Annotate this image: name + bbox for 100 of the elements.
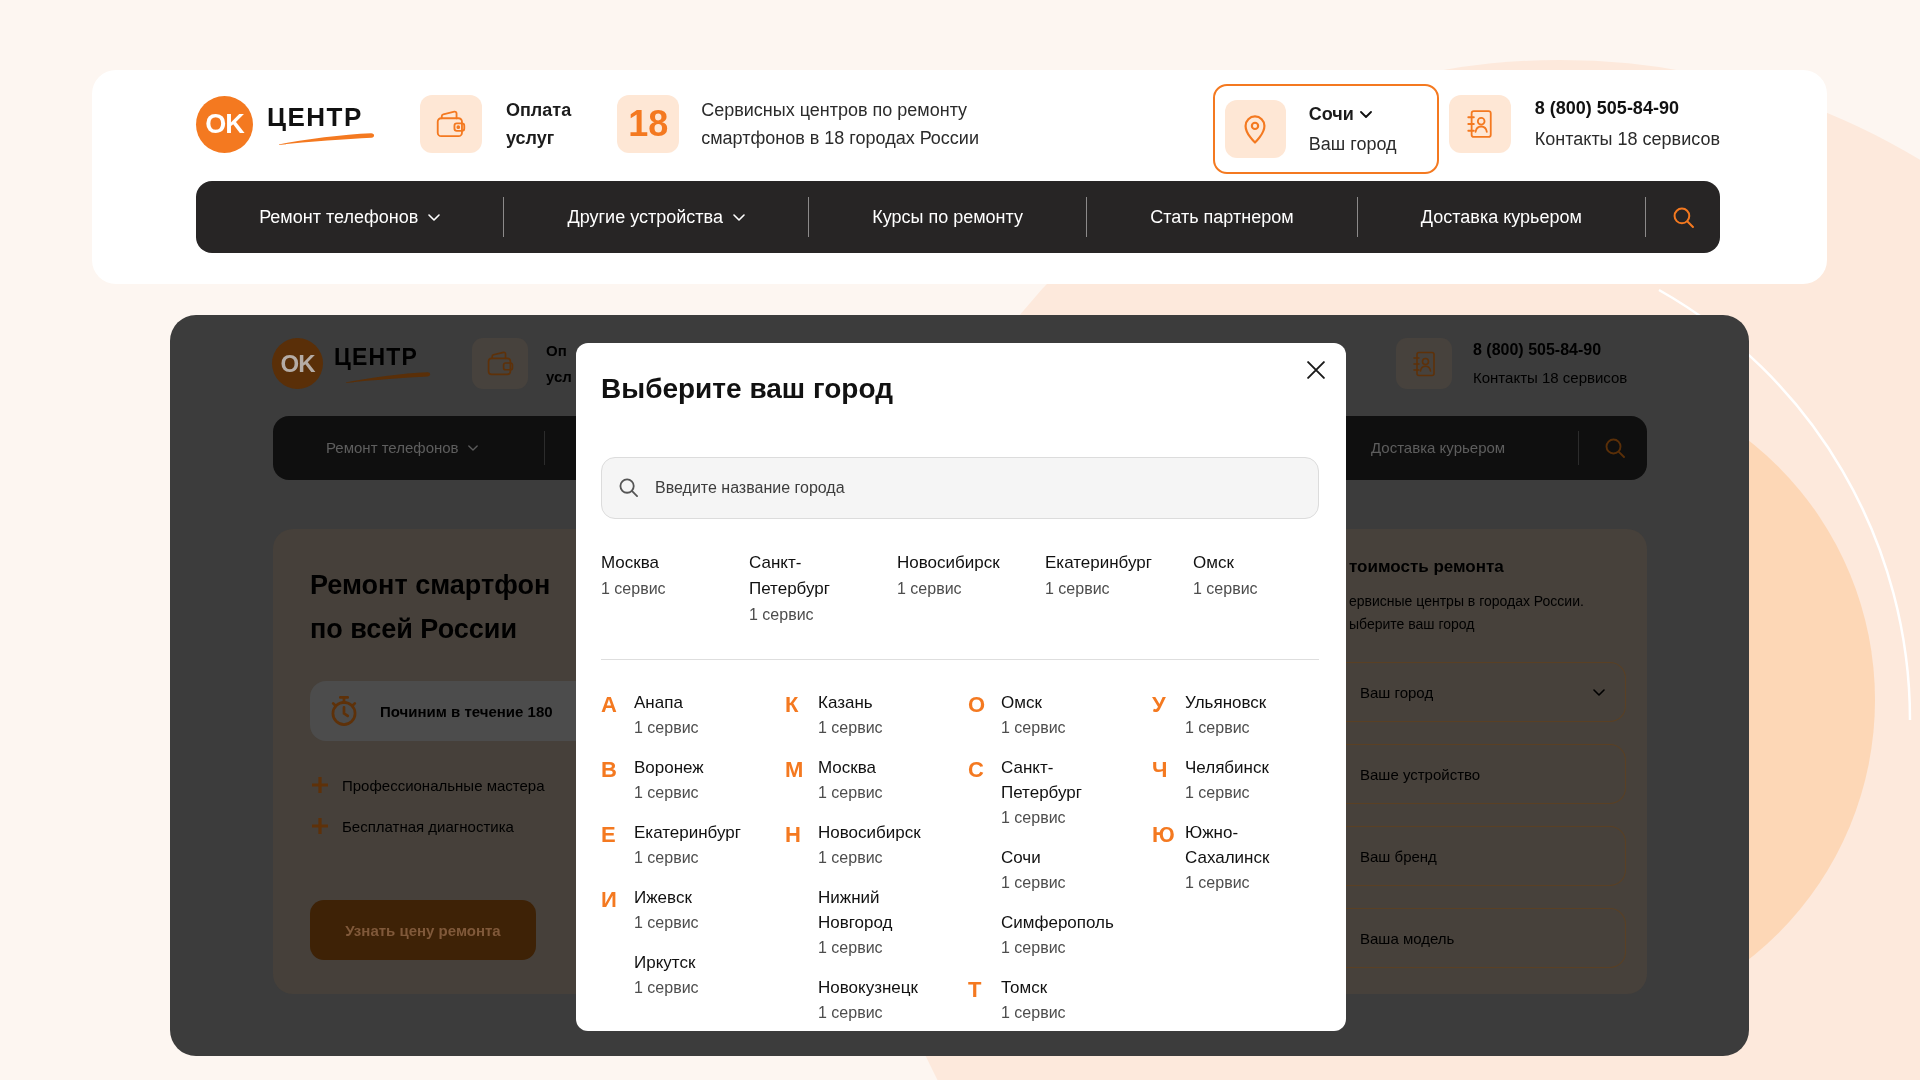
service-count: 1 сервис (634, 978, 699, 998)
city-link[interactable]: Воронеж (634, 755, 704, 780)
search-icon (619, 478, 638, 497)
chevron-down-icon (732, 213, 745, 221)
service-count: 1 сервис (749, 605, 814, 625)
service-count: 1 сервис (1001, 1003, 1066, 1023)
index-letter: М (785, 757, 804, 782)
service-count: 1 сервис (1001, 718, 1066, 738)
city-link[interactable]: Новосибирск (818, 820, 921, 845)
city-link[interactable]: Новокузнецк (818, 975, 918, 1000)
city-link[interactable]: Москва (818, 755, 877, 780)
nav-menu-item[interactable]: Доставка курьером (1420, 205, 1582, 229)
phone-link[interactable]: 8 (800) 505-84-90 (1534, 93, 1720, 124)
city-link[interactable]: Екатеринбург (634, 820, 741, 845)
service-count: 1 сервис (897, 579, 962, 599)
chevron-down-icon (1359, 110, 1372, 118)
wallet-icon (472, 338, 528, 389)
city-link[interactable]: Симферополь (1001, 910, 1114, 935)
plus-icon (311, 817, 329, 835)
chevron-down-icon (1593, 688, 1605, 696)
index-letter: В (601, 757, 617, 782)
service-count: 1 сервис (818, 718, 883, 738)
city-selector[interactable]: Сочи Ваш город (1212, 84, 1439, 174)
feature-text: Профессиональные мастера (342, 776, 545, 794)
index-letter: О (968, 692, 986, 717)
plus-icon (311, 776, 329, 794)
service-count: 1 сервис (1185, 783, 1250, 803)
close-icon[interactable] (1307, 361, 1325, 379)
service-count: 1 сервис (1193, 579, 1258, 599)
contacts-link[interactable]: Контакты 18 сервисов (1534, 124, 1720, 155)
index-letter: К (785, 692, 799, 717)
stopwatch-icon (329, 695, 359, 727)
input-field[interactable]: Ваш бренд (1346, 826, 1626, 886)
price-form-title: тоимость ремонта (1349, 556, 1505, 578)
service-count: 1 сервис (1185, 873, 1250, 893)
city-link[interactable]: Анапа (634, 690, 683, 715)
chevron-down-icon (428, 213, 441, 221)
city-link[interactable]: Омск (1001, 690, 1042, 715)
index-letter: И (601, 887, 617, 912)
payment-link[interactable]: Оплата услуг (506, 96, 572, 152)
service-count: 1 сервис (634, 783, 699, 803)
contact-book-icon (1448, 95, 1511, 153)
service-count: 1 сервис (601, 579, 666, 599)
service-count: 1 сервис (1001, 938, 1066, 958)
input-field[interactable]: Ваше устройство (1346, 744, 1626, 804)
service-count: 1 сервис (818, 848, 883, 868)
city-link[interactable]: Иркутск (634, 950, 696, 975)
city-link[interactable]: Москва (601, 550, 660, 576)
index-letter: С (968, 757, 984, 782)
index-letter: Н (785, 822, 801, 847)
location-pin-icon (1224, 100, 1286, 158)
service-centers-text: Сервисных центров по ремонту смартфонов в 18 городах России (701, 99, 980, 150)
service-count: 1 сервис (1001, 873, 1066, 893)
wallet-icon (420, 95, 482, 153)
city-link[interactable]: Екатеринбург (1045, 550, 1152, 576)
city-link[interactable]: Новосибирск (897, 550, 1000, 576)
feature-text: Бесплатная диагностика (342, 817, 514, 835)
nav-menu-item[interactable]: Курсы по ремонту (872, 205, 1023, 229)
search-icon[interactable] (1672, 206, 1694, 228)
modal-title: Выберите ваш город (601, 372, 894, 406)
nav-menu-item[interactable]: Стать партнером (1150, 205, 1294, 229)
nav-menu-item[interactable]: Ремонт телефонов (259, 205, 441, 229)
service-count: 1 сервис (634, 848, 699, 868)
city-count-badge: 18 (617, 95, 680, 153)
logo-swoosh-icon (276, 133, 375, 145)
service-count: 1 сервис (818, 783, 883, 803)
city-search-field[interactable]: Введите название города (601, 457, 1319, 519)
price-form-text: ервисные центры в городах России. ыберите ваш город (1349, 592, 1585, 634)
input-field[interactable]: Ваша модель (1346, 908, 1626, 968)
service-count: 1 сервис (634, 718, 699, 738)
index-letter: Ч (1152, 757, 1168, 782)
service-count: 1 сервис (818, 1003, 883, 1023)
city-link[interactable]: Санкт-Петербург (749, 550, 874, 602)
service-count: 1 сервис (634, 913, 699, 933)
index-letter: У (1152, 692, 1166, 717)
chevron-down-icon (467, 445, 478, 451)
city-link[interactable]: Южно-Сахалинск (1185, 820, 1310, 870)
city-link[interactable]: Омск (1193, 550, 1234, 576)
nav-menu-item[interactable]: Другие устройства (567, 205, 745, 229)
service-count: 1 сервис (1185, 718, 1250, 738)
city-link[interactable]: Сочи (1001, 845, 1041, 870)
city-link[interactable]: Ижевск (634, 885, 692, 910)
logo-swoosh-icon (343, 372, 431, 383)
city-link[interactable]: Нижний Новгород (818, 885, 943, 935)
logo-badge[interactable]: OK (272, 338, 323, 389)
contact-book-icon (1396, 338, 1452, 389)
hero-title: Ремонт смартфон по всей России (310, 569, 552, 646)
index-letter: Ю (1152, 822, 1175, 847)
logo-wordmark[interactable]: ЦЕНТР (267, 103, 375, 131)
repair-time-text: Починим в течение 180 (380, 702, 553, 720)
index-letter: Т (968, 977, 982, 1002)
city-link[interactable]: Челябинск (1185, 755, 1269, 780)
index-letter: Е (601, 822, 616, 847)
city-link[interactable]: Казань (818, 690, 873, 715)
city-link[interactable]: Санкт-Петербург (1001, 755, 1126, 805)
city-link[interactable]: Томск (1001, 975, 1048, 1000)
service-count: 1 сервис (1001, 808, 1066, 828)
city-link[interactable]: Ульяновск (1185, 690, 1267, 715)
index-letter: А (601, 692, 617, 717)
service-count: 1 сервис (1045, 579, 1110, 599)
